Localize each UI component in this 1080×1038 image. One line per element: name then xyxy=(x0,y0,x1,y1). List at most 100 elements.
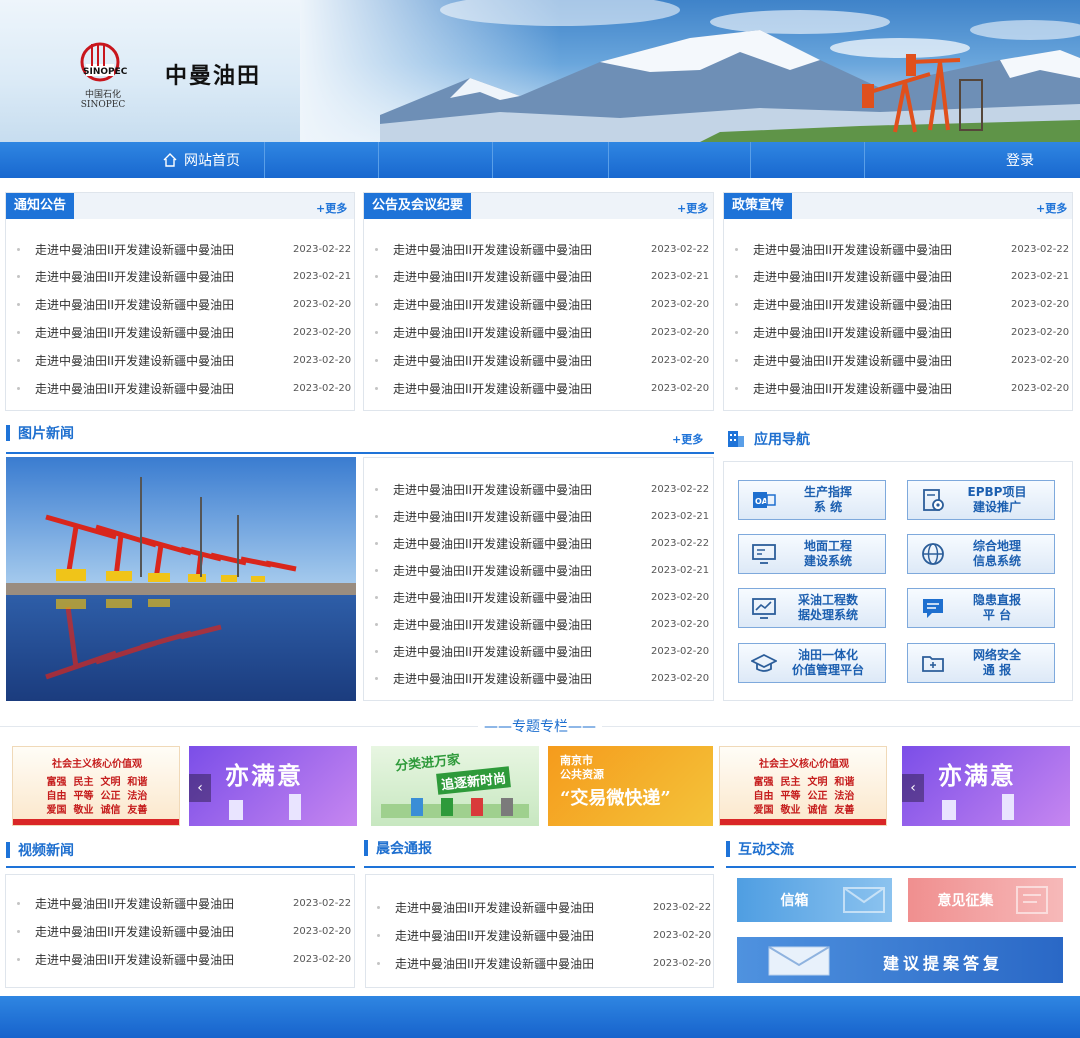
panel-policy-more[interactable]: +更多 xyxy=(1036,200,1067,216)
list-item-title[interactable]: 走进中曼油田II开发建设新疆中曼油田 xyxy=(393,268,592,285)
banner-public-resource[interactable]: 南京市 公共资源 “交易微快递” xyxy=(548,746,713,826)
list-item[interactable]: 走进中曼油田II开发建设新疆中曼油田 2023-02-20 xyxy=(377,925,711,945)
picnews-more[interactable]: +更多 xyxy=(672,431,703,447)
list-item-title[interactable]: 走进中曼油田II开发建设新疆中曼油田 xyxy=(753,352,952,369)
list-item[interactable]: 走进中曼油田II开发建设新疆中曼油田 2023-02-20 xyxy=(735,295,1069,315)
list-item-title[interactable]: 走进中曼油田II开发建设新疆中曼油田 xyxy=(35,296,234,313)
list-item-title[interactable]: 走进中曼油田II开发建设新疆中曼油田 xyxy=(35,352,234,369)
list-item-title[interactable]: 走进中曼油田II开发建设新疆中曼油田 xyxy=(35,380,234,397)
banner-satisfaction-2[interactable]: 亦满意 ‹ xyxy=(902,746,1070,826)
banner-satisfaction-1[interactable]: 亦满意 ‹ xyxy=(189,746,357,826)
list-item-title[interactable]: 走进中曼油田II开发建设新疆中曼油田 xyxy=(35,268,234,285)
list-item-title[interactable]: 走进中曼油田II开发建设新疆中曼油田 xyxy=(395,955,594,972)
app-button-2[interactable]: 地面工程 建设系统 xyxy=(738,534,886,574)
interact-title: 互动交流 xyxy=(738,842,794,858)
list-item[interactable]: 走进中曼油田II开发建设新疆中曼油田 2023-02-22 xyxy=(377,897,711,917)
picnews-photo[interactable] xyxy=(6,457,356,701)
list-item[interactable]: 走进中曼油田II开发建设新疆中曼油田 2023-02-20 xyxy=(735,350,1069,370)
list-item-title[interactable]: 走进中曼油田II开发建设新疆中曼油田 xyxy=(35,895,234,912)
panel-policy-title[interactable]: 政策宣传 xyxy=(724,193,793,219)
list-item[interactable]: 走进中曼油田II开发建设新疆中曼油田 2023-02-20 xyxy=(375,378,709,398)
list-item-title[interactable]: 走进中曼油田II开发建设新疆中曼油田 xyxy=(393,352,592,369)
banner-prev-arrow-icon[interactable]: ‹ xyxy=(189,774,211,802)
list-item-title[interactable]: 走进中曼油田II开发建设新疆中曼油田 xyxy=(753,380,952,397)
list-item-title[interactable]: 走进中曼油田II开发建设新疆中曼油田 xyxy=(393,670,592,687)
list-item[interactable]: 走进中曼油田II开发建设新疆中曼油田 2023-02-20 xyxy=(17,921,351,941)
list-item[interactable]: 走进中曼油田II开发建设新疆中曼油田 2023-02-22 xyxy=(375,533,709,553)
mailbox-button[interactable]: 信箱 xyxy=(737,878,892,922)
list-item-title[interactable]: 走进中曼油田II开发建设新疆中曼油田 xyxy=(393,241,592,258)
panel-meeting-more[interactable]: +更多 xyxy=(677,200,708,216)
panel-meeting-title[interactable]: 公告及会议纪要 xyxy=(364,193,472,219)
list-item[interactable]: 走进中曼油田II开发建设新疆中曼油田 2023-02-20 xyxy=(375,295,709,315)
app-button-1[interactable]: EPBP项目 建设推广 xyxy=(907,480,1055,520)
list-item-title[interactable]: 走进中曼油田II开发建设新疆中曼油田 xyxy=(393,380,592,397)
list-item-title[interactable]: 走进中曼油田II开发建设新疆中曼油田 xyxy=(753,296,952,313)
globe-icon xyxy=(922,543,944,565)
app-button-7[interactable]: 网络安全 通 报 xyxy=(907,643,1055,683)
list-item[interactable]: 走进中曼油田II开发建设新疆中曼油田 2023-02-22 xyxy=(17,893,351,913)
list-item-title[interactable]: 走进中曼油田II开发建设新疆中曼油田 xyxy=(393,562,592,579)
list-item-title[interactable]: 走进中曼油田II开发建设新疆中曼油田 xyxy=(393,324,592,341)
app-button-4[interactable]: 采油工程数 据处理系统 xyxy=(738,588,886,628)
list-item-title[interactable]: 走进中曼油田II开发建设新疆中曼油田 xyxy=(393,616,592,633)
list-item[interactable]: 走进中曼油田II开发建设新疆中曼油田 2023-02-20 xyxy=(17,350,351,370)
banner-core-values-2[interactable]: 社会主义核心价值观 富强 民主 文明 和谐 自由 平等 公正 法治 爱国 敬业 … xyxy=(719,746,887,826)
list-item-title[interactable]: 走进中曼油田II开发建设新疆中曼油田 xyxy=(35,241,234,258)
list-item-title[interactable]: 走进中曼油田II开发建设新疆中曼油田 xyxy=(753,241,952,258)
list-item[interactable]: 走进中曼油田II开发建设新疆中曼油田 2023-02-22 xyxy=(17,239,351,259)
list-item[interactable]: 走进中曼油田II开发建设新疆中曼油田 2023-02-21 xyxy=(375,560,709,580)
list-item-title[interactable]: 走进中曼油田II开发建设新疆中曼油田 xyxy=(395,899,594,916)
list-item[interactable]: 走进中曼油田II开发建设新疆中曼油田 2023-02-22 xyxy=(375,239,709,259)
list-item[interactable]: 走进中曼油田II开发建设新疆中曼油田 2023-02-20 xyxy=(17,322,351,342)
list-item-title[interactable]: 走进中曼油田II开发建设新疆中曼油田 xyxy=(393,481,592,498)
list-item[interactable]: 走进中曼油田II开发建设新疆中曼油田 2023-02-20 xyxy=(735,378,1069,398)
app-button-5[interactable]: 隐患直报 平 台 xyxy=(907,588,1055,628)
list-item[interactable]: 走进中曼油田II开发建设新疆中曼油田 2023-02-20 xyxy=(17,295,351,315)
list-item[interactable]: 走进中曼油田II开发建设新疆中曼油田 2023-02-20 xyxy=(375,350,709,370)
list-item-title[interactable]: 走进中曼油田II开发建设新疆中曼油田 xyxy=(393,589,592,606)
nav-home-link[interactable]: 网站首页 xyxy=(162,150,240,170)
app-button-0[interactable]: OA 生产指挥 系 统 xyxy=(738,480,886,520)
list-item[interactable]: 走进中曼油田II开发建设新疆中曼油田 2023-02-20 xyxy=(375,615,709,635)
list-item-title[interactable]: 走进中曼油田II开发建设新疆中曼油田 xyxy=(393,535,592,552)
panel-notice-more[interactable]: +更多 xyxy=(316,200,347,216)
list-item[interactable]: 走进中曼油田II开发建设新疆中曼油田 2023-02-21 xyxy=(735,267,1069,287)
list-item[interactable]: 走进中曼油田II开发建设新疆中曼油田 2023-02-22 xyxy=(375,479,709,499)
list-item[interactable]: 走进中曼油田II开发建设新疆中曼油田 2023-02-21 xyxy=(375,267,709,287)
list-item[interactable]: 走进中曼油田II开发建设新疆中曼油田 2023-02-20 xyxy=(17,378,351,398)
list-item[interactable]: 走进中曼油田II开发建设新疆中曼油田 2023-02-20 xyxy=(17,949,351,969)
list-item-title[interactable]: 走进中曼油田II开发建设新疆中曼油田 xyxy=(393,296,592,313)
list-item-title[interactable]: 走进中曼油田II开发建设新疆中曼油田 xyxy=(393,508,592,525)
list-item-date: 2023-02-20 xyxy=(651,382,710,394)
list-item-title[interactable]: 走进中曼油田II开发建设新疆中曼油田 xyxy=(395,927,594,944)
panel-notice-title[interactable]: 通知公告 xyxy=(6,193,75,219)
list-item[interactable]: 走进中曼油田II开发建设新疆中曼油田 2023-02-20 xyxy=(375,642,709,662)
list-item[interactable]: 走进中曼油田II开发建设新疆中曼油田 2023-02-20 xyxy=(375,669,709,689)
list-item-title[interactable]: 走进中曼油田II开发建设新疆中曼油田 xyxy=(393,643,592,660)
list-item-title[interactable]: 走进中曼油田II开发建设新疆中曼油田 xyxy=(753,268,952,285)
message-icon xyxy=(923,599,943,618)
list-item[interactable]: 走进中曼油田II开发建设新疆中曼油田 2023-02-20 xyxy=(735,322,1069,342)
bullet-dot-icon xyxy=(17,275,20,279)
feedback-button[interactable]: 意见征集 xyxy=(908,878,1063,922)
banner-satisfaction-1-text: 亦满意 xyxy=(225,761,303,790)
list-item[interactable]: 走进中曼油田II开发建设新疆中曼油田 2023-02-20 xyxy=(377,953,711,973)
proposal-button[interactable]: 建议提案答复 xyxy=(737,937,1063,983)
list-item-title[interactable]: 走进中曼油田II开发建设新疆中曼油田 xyxy=(35,951,234,968)
banner-garbage-sort[interactable]: 分类进万家 追逐新时尚 xyxy=(371,746,539,826)
list-item[interactable]: 走进中曼油田II开发建设新疆中曼油田 2023-02-21 xyxy=(17,267,351,287)
list-item[interactable]: 走进中曼油田II开发建设新疆中曼油田 2023-02-20 xyxy=(375,322,709,342)
list-item-title[interactable]: 走进中曼油田II开发建设新疆中曼油田 xyxy=(35,324,234,341)
list-item[interactable]: 走进中曼油田II开发建设新疆中曼油田 2023-02-22 xyxy=(735,239,1069,259)
app-button-3[interactable]: 综合地理 信息系统 xyxy=(907,534,1055,574)
banner-core-values-1[interactable]: 社会主义核心价值观 富强 民主 文明 和谐 自由 平等 公正 法治 爱国 敬业 … xyxy=(12,746,180,826)
proposal-envelope-icon xyxy=(768,946,830,976)
list-item[interactable]: 走进中曼油田II开发建设新疆中曼油田 2023-02-21 xyxy=(375,506,709,526)
list-item-title[interactable]: 走进中曼油田II开发建设新疆中曼油田 xyxy=(35,923,234,940)
app-button-6[interactable]: 油田一体化 价值管理平台 xyxy=(738,643,886,683)
list-item-title[interactable]: 走进中曼油田II开发建设新疆中曼油田 xyxy=(753,324,952,341)
login-link[interactable]: 登录 xyxy=(1006,150,1034,170)
banner-prev-arrow-icon[interactable]: ‹ xyxy=(902,774,924,802)
list-item[interactable]: 走进中曼油田II开发建设新疆中曼油田 2023-02-20 xyxy=(375,587,709,607)
